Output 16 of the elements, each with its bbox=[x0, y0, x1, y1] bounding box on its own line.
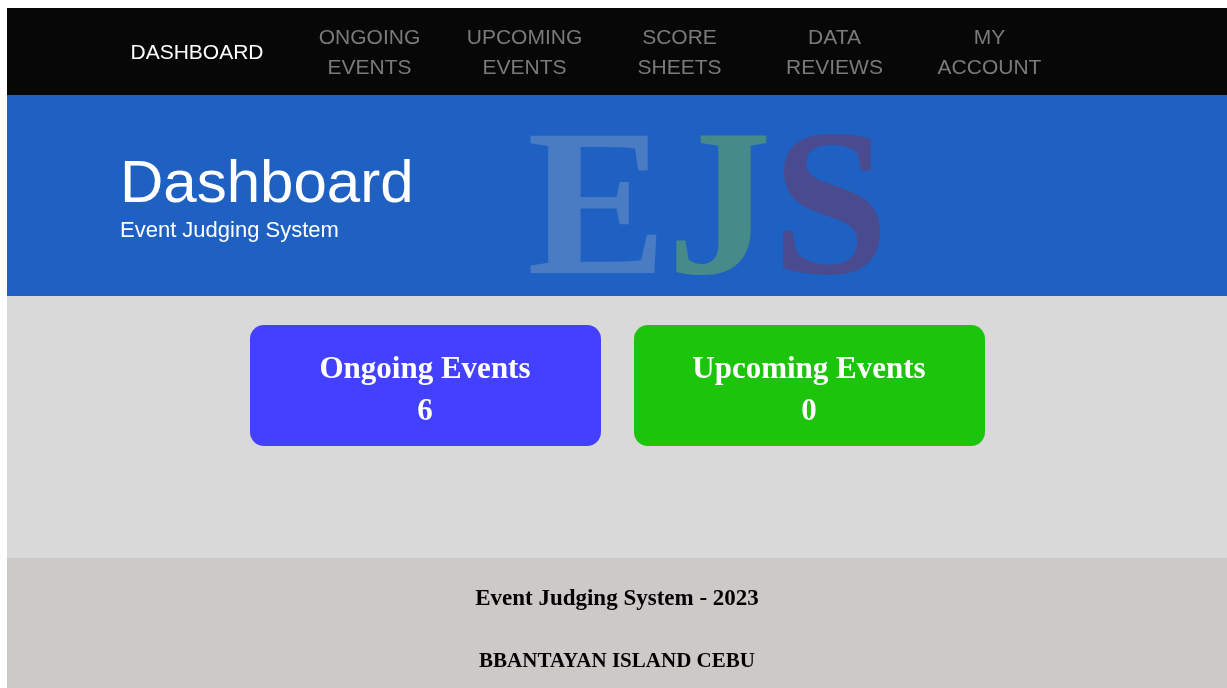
card-label: Ongoing Events bbox=[318, 349, 532, 387]
page-title: Dashboard bbox=[120, 147, 414, 217]
footer-location: BBANTAYAN ISLAND CEBU bbox=[478, 648, 756, 673]
nav-link[interactable]: ONGOING EVENTS bbox=[307, 21, 432, 82]
nav-link[interactable]: DASHBOARD bbox=[117, 36, 277, 67]
nav-link[interactable]: MY ACCOUNT bbox=[927, 21, 1052, 82]
footer-text: Event Judging System - 2023 bbox=[474, 585, 760, 611]
card-count: 0 bbox=[800, 391, 818, 429]
nav-link[interactable]: DATA REVIEWS bbox=[772, 21, 897, 82]
card-count: 6 bbox=[416, 391, 434, 429]
nav-link[interactable]: UPCOMING EVENTS bbox=[462, 21, 587, 82]
card-label: Upcoming Events bbox=[691, 349, 927, 387]
stat-card[interactable]: Ongoing Events 6 bbox=[249, 325, 601, 446]
stat-card[interactable]: Upcoming Events 0 bbox=[633, 325, 985, 446]
nav-link[interactable]: SCORE SHEETS bbox=[617, 21, 742, 82]
page-subtitle: Event Judging System bbox=[120, 217, 339, 243]
